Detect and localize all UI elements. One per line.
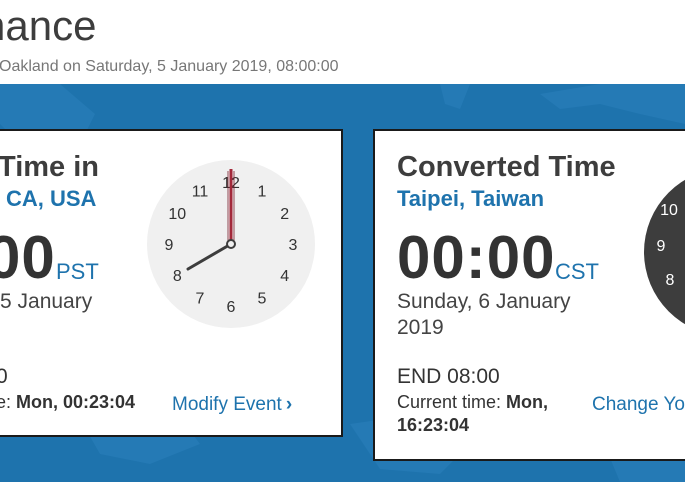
clock-number-3: 3: [289, 237, 298, 254]
current-time: e: Mon, 00:23:04: [0, 391, 135, 414]
timezone-label: PST: [56, 259, 99, 284]
card-location: CA, USA: [6, 186, 97, 211]
clock-number-7: 7: [196, 291, 205, 308]
date-label: 5 January: [0, 290, 93, 313]
timezone-label: CST: [555, 259, 599, 284]
converted-time-card: Converted Time Taipei, Taiwan 00:00 CST …: [373, 129, 685, 461]
clock-center: [226, 239, 236, 249]
card-title: Time in: [0, 151, 99, 183]
clock-number-5: 5: [258, 291, 267, 308]
world-map-band: Time in CA, USA 00 PST 5 January 0 e: Mo…: [0, 84, 685, 482]
page-subtitle: Oakland on Saturday, 5 January 2019, 08:…: [0, 58, 339, 75]
analog-clock-dark: 10 9 8: [644, 179, 685, 325]
date-label: Sunday, 6 January 2019: [397, 289, 637, 341]
clock-number-10: 10: [660, 202, 678, 219]
source-time-card: Time in CA, USA 00 PST 5 January 0 e: Mo…: [0, 129, 343, 437]
end-label: END 08:00: [397, 365, 500, 388]
clock-number-9: 9: [657, 238, 666, 255]
modify-event-link[interactable]: Modify Event ›: [172, 394, 292, 416]
clock-number-4: 4: [280, 268, 289, 285]
current-time-value: Mon, 00:23:04: [16, 392, 136, 412]
card-location: Taipei, Taiwan: [397, 186, 545, 211]
chevron-right-icon: ›: [285, 394, 293, 415]
clock-number-2: 2: [280, 206, 289, 223]
current-time-value-2: 16:23:04: [397, 415, 470, 435]
clock-number-10: 10: [168, 206, 186, 223]
clock-number-6: 6: [227, 299, 236, 316]
clock-number-8: 8: [666, 272, 675, 289]
clock-number-1: 1: [258, 183, 267, 200]
modify-event-label: Modify Event: [172, 394, 282, 415]
current-time-value-1: Mon,: [506, 392, 549, 412]
clock-number-11: 11: [192, 183, 209, 200]
clock-number-8: 8: [173, 268, 182, 285]
current-time: Current time: Mon, 16:23:04: [397, 391, 577, 437]
big-time: 00: [0, 224, 56, 291]
current-time-label: e:: [0, 392, 12, 412]
page-heading: nance: [0, 2, 97, 49]
current-time-label: Current time:: [397, 392, 502, 412]
big-time: 00:00: [397, 224, 556, 291]
analog-clock: 121234567891011: [147, 160, 315, 328]
change-location-link[interactable]: Change Yo: [592, 394, 685, 416]
date-line-1: Sunday, 6 January: [397, 290, 571, 313]
card-title: Converted Time: [397, 151, 616, 183]
end-label: 0: [0, 365, 8, 389]
clock-number-9: 9: [165, 237, 174, 254]
date-line-2: 2019: [397, 316, 444, 339]
